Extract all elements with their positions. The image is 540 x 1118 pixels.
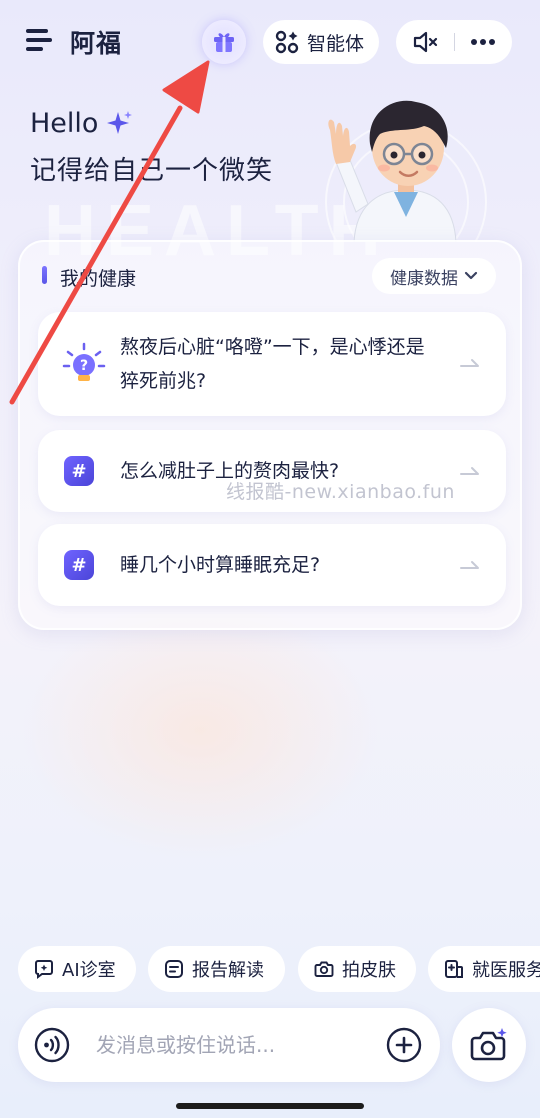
watermark: 线报酷-new.xianbao.fun [226, 481, 455, 503]
voice-icon[interactable] [34, 1027, 70, 1063]
more-icon[interactable] [470, 38, 496, 46]
menu-icon[interactable] [26, 29, 52, 51]
health-data-button[interactable]: 健康数据 [372, 258, 496, 294]
svg-text:?: ? [80, 358, 88, 374]
chip-label: 报告解读 [192, 960, 264, 981]
hospital-icon [445, 960, 463, 978]
camera-button[interactable] [452, 1008, 526, 1082]
lightbulb-icon: ? [62, 342, 106, 381]
message-input[interactable] [96, 1028, 366, 1062]
health-data-label: 健康数据 [390, 268, 458, 289]
chip-skin-photo[interactable]: 拍皮肤 [298, 946, 416, 992]
mute-icon[interactable] [412, 31, 438, 53]
hash-icon: # [64, 456, 94, 486]
ai-clinic-icon [35, 960, 53, 979]
greeting-subtitle: 记得给自己一个微笑 [30, 156, 274, 186]
chip-label: AI诊室 [62, 960, 116, 981]
agent-label: 智能体 [307, 32, 365, 55]
gift-icon [214, 33, 234, 52]
card-title: 我的健康 [60, 268, 137, 290]
chip-label: 拍皮肤 [342, 960, 396, 981]
camera-icon [470, 1028, 507, 1061]
camera-icon [314, 961, 334, 977]
question-text: 熬夜后心脏“咯噔”一下，是心悸还是 猝死前兆? [120, 336, 425, 392]
chip-label: 就医服务 [472, 960, 540, 981]
arrow-right-icon [460, 359, 479, 367]
chevron-down-icon [464, 271, 478, 280]
question-item[interactable]: ? 熬夜后心脏“咯噔”一下，是心悸还是 猝死前兆? [38, 312, 506, 416]
question-text: 睡几个小时算睡眠充足? [120, 554, 321, 576]
chip-report[interactable]: 报告解读 [148, 946, 285, 992]
report-icon [165, 960, 183, 978]
background-glow [20, 600, 380, 860]
hash-icon: # [64, 550, 94, 580]
doctor-avatar [325, 100, 487, 242]
sparkle-icon [107, 110, 133, 134]
health-card: 我的健康 健康数据 ? 熬夜后心脏“咯噔”一下，是心悸还是 猝死前兆? # 怎么… [18, 240, 522, 630]
top-bar: 阿福 智能体 [0, 0, 540, 84]
quick-actions: AI诊室 报告解读 拍皮肤 就医服务 [18, 946, 540, 992]
app-title: 阿福 [70, 29, 123, 58]
greeting-hello: Hello [30, 108, 134, 139]
arrow-right-icon [460, 467, 479, 475]
home-indicator [176, 1103, 364, 1109]
chip-ai-clinic[interactable]: AI诊室 [18, 946, 136, 992]
question-item[interactable]: # 睡几个小时算睡眠充足? [38, 524, 506, 606]
gift-button[interactable] [202, 20, 246, 64]
plus-icon[interactable] [386, 1027, 422, 1063]
divider [454, 33, 455, 51]
message-bar [18, 1008, 440, 1082]
header-controls [396, 20, 512, 64]
agent-icon [275, 30, 299, 54]
title-accent-bar [42, 266, 47, 284]
agent-button[interactable]: 智能体 [263, 20, 379, 64]
hello-text: Hello [30, 108, 99, 139]
chip-medical-service[interactable]: 就医服务 [428, 946, 540, 992]
arrow-right-icon [460, 561, 479, 569]
